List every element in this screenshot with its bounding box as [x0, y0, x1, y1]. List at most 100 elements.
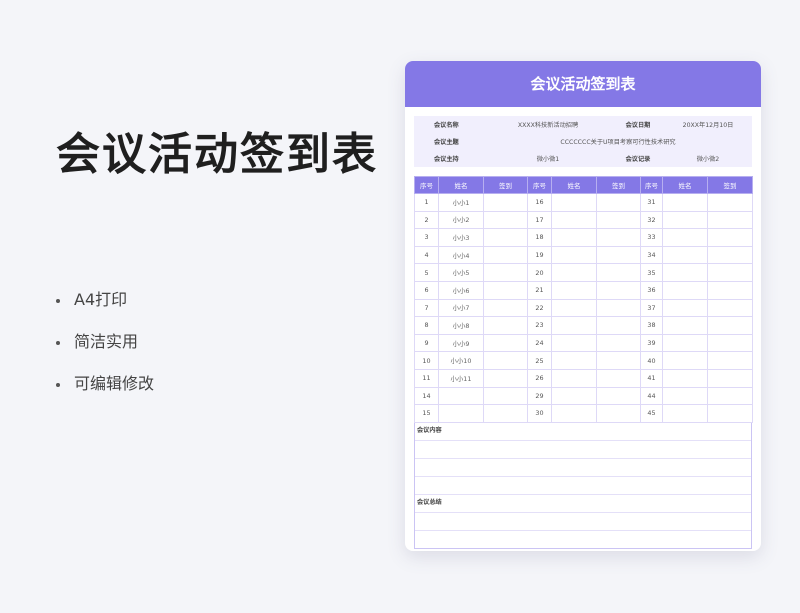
row-number-cell: 18 — [527, 228, 552, 247]
meeting-content-label: 会议内容 — [415, 423, 751, 441]
signin-cell[interactable] — [707, 386, 753, 406]
row-number-cell: 20 — [527, 263, 552, 282]
signin-cell[interactable] — [483, 210, 528, 230]
signin-cell[interactable] — [707, 245, 753, 265]
name-cell — [662, 245, 708, 265]
name-cell — [551, 404, 597, 423]
name-cell: 小小5 — [438, 263, 484, 282]
meeting-topic-label: 会议主题 — [434, 139, 459, 146]
signin-cell[interactable] — [483, 280, 528, 300]
signin-cell[interactable] — [707, 404, 753, 423]
meeting-name-value: XXXX科技新活动招聘 — [517, 122, 579, 129]
row-number-cell: 40 — [640, 351, 663, 370]
note-line — [415, 441, 751, 459]
row-number-cell: 19 — [527, 245, 552, 265]
note-line — [415, 513, 751, 531]
table-row: 1 小小1 16 31 — [414, 193, 753, 212]
column-header: 签到 — [483, 176, 528, 194]
signin-cell[interactable] — [483, 404, 528, 423]
signin-cell[interactable] — [707, 368, 753, 388]
signin-cell[interactable] — [483, 245, 528, 265]
signin-cell[interactable] — [707, 298, 753, 318]
signin-cell[interactable] — [596, 316, 641, 335]
note-line — [415, 531, 751, 548]
signin-cell[interactable] — [483, 263, 528, 282]
row-number-cell: 39 — [640, 333, 663, 353]
signin-cell[interactable] — [483, 333, 528, 353]
signin-cell[interactable] — [596, 228, 641, 247]
signin-cell[interactable] — [707, 228, 753, 247]
signin-cell[interactable] — [596, 193, 641, 212]
name-cell — [551, 193, 597, 212]
row-number-cell: 44 — [640, 386, 663, 406]
table-row: 6 小小6 21 36 — [414, 280, 753, 300]
signin-cell[interactable] — [596, 386, 641, 406]
meeting-recorder-label: 会议记录 — [625, 156, 651, 163]
row-number-cell: 33 — [640, 228, 663, 247]
table-row: 2 小小2 17 32 — [414, 210, 753, 230]
signin-cell[interactable] — [707, 263, 753, 282]
signin-cell[interactable] — [596, 263, 641, 282]
name-cell: 小小7 — [438, 298, 484, 318]
name-cell: 小小11 — [438, 368, 484, 388]
table-header-row: 序号 姓名 签到 序号 姓名 签到 序号 姓名 签到 — [414, 176, 753, 194]
row-number-cell: 23 — [527, 316, 552, 335]
row-number-cell: 32 — [640, 210, 663, 230]
signin-cell[interactable] — [483, 368, 528, 388]
signin-table: 序号 姓名 签到 序号 姓名 签到 序号 姓名 签到 1 小小1 16 31 2 小小2 17 32 3 小小3 1… — [414, 176, 753, 423]
name-cell: 小小9 — [438, 333, 484, 353]
name-cell — [551, 210, 597, 230]
signin-cell[interactable] — [483, 193, 528, 212]
signin-cell[interactable] — [596, 210, 641, 230]
signin-cell[interactable] — [596, 404, 641, 423]
signin-cell[interactable] — [707, 210, 753, 230]
signin-cell[interactable] — [483, 228, 528, 247]
signin-cell[interactable] — [596, 280, 641, 300]
signin-cell[interactable] — [596, 245, 641, 265]
name-cell — [662, 228, 708, 247]
row-number-cell: 15 — [414, 404, 439, 423]
signin-cell[interactable] — [483, 316, 528, 335]
column-header: 序号 — [414, 176, 439, 194]
signin-cell[interactable] — [596, 368, 641, 388]
signin-cell[interactable] — [707, 333, 753, 353]
row-number-cell: 16 — [527, 193, 552, 212]
signin-table-area: 序号 姓名 签到 序号 姓名 签到 序号 姓名 签到 1 小小1 16 31 2 小小2 17 32 3 小小3 1… — [414, 176, 753, 549]
note-line — [415, 477, 751, 495]
table-row: 5 小小5 20 35 — [414, 263, 753, 282]
meta-row: 会议名称 XXXX科技新活动招聘 会议日期 20XX年12月10日 — [414, 116, 752, 133]
row-number-cell: 41 — [640, 368, 663, 388]
signin-cell[interactable] — [596, 351, 641, 370]
signin-cell[interactable] — [707, 351, 753, 370]
signin-cell[interactable] — [596, 298, 641, 318]
feature-item: 可编辑修改 — [56, 370, 154, 412]
column-header: 序号 — [640, 176, 663, 194]
name-cell: 小小10 — [438, 351, 484, 370]
signin-cell[interactable] — [483, 351, 528, 370]
name-cell — [551, 368, 597, 388]
signin-cell[interactable] — [707, 316, 753, 335]
signin-cell[interactable] — [596, 333, 641, 353]
row-number-cell: 17 — [527, 210, 552, 230]
name-cell — [551, 316, 597, 335]
table-row: 3 小小3 18 33 — [414, 228, 753, 247]
table-row: 11 小小11 26 41 — [414, 368, 753, 388]
name-cell: 小小8 — [438, 316, 484, 335]
column-header: 姓名 — [551, 176, 597, 194]
signin-cell[interactable] — [707, 280, 753, 300]
signin-cell[interactable] — [483, 386, 528, 406]
row-number-cell: 25 — [527, 351, 552, 370]
meeting-name-label: 会议名称 — [434, 122, 459, 129]
name-cell — [551, 386, 597, 406]
row-number-cell: 22 — [527, 298, 552, 318]
table-row: 9 小小9 24 39 — [414, 333, 753, 353]
column-header: 签到 — [707, 176, 753, 194]
table-row: 14 29 44 — [414, 386, 753, 406]
signin-cell[interactable] — [483, 298, 528, 318]
name-cell: 小小4 — [438, 245, 484, 265]
name-cell — [551, 280, 597, 300]
table-row: 4 小小4 19 34 — [414, 245, 753, 265]
signin-cell[interactable] — [707, 193, 753, 212]
meeting-date-value: 20XX年12月10日 — [682, 122, 734, 129]
row-number-cell: 5 — [414, 263, 439, 282]
